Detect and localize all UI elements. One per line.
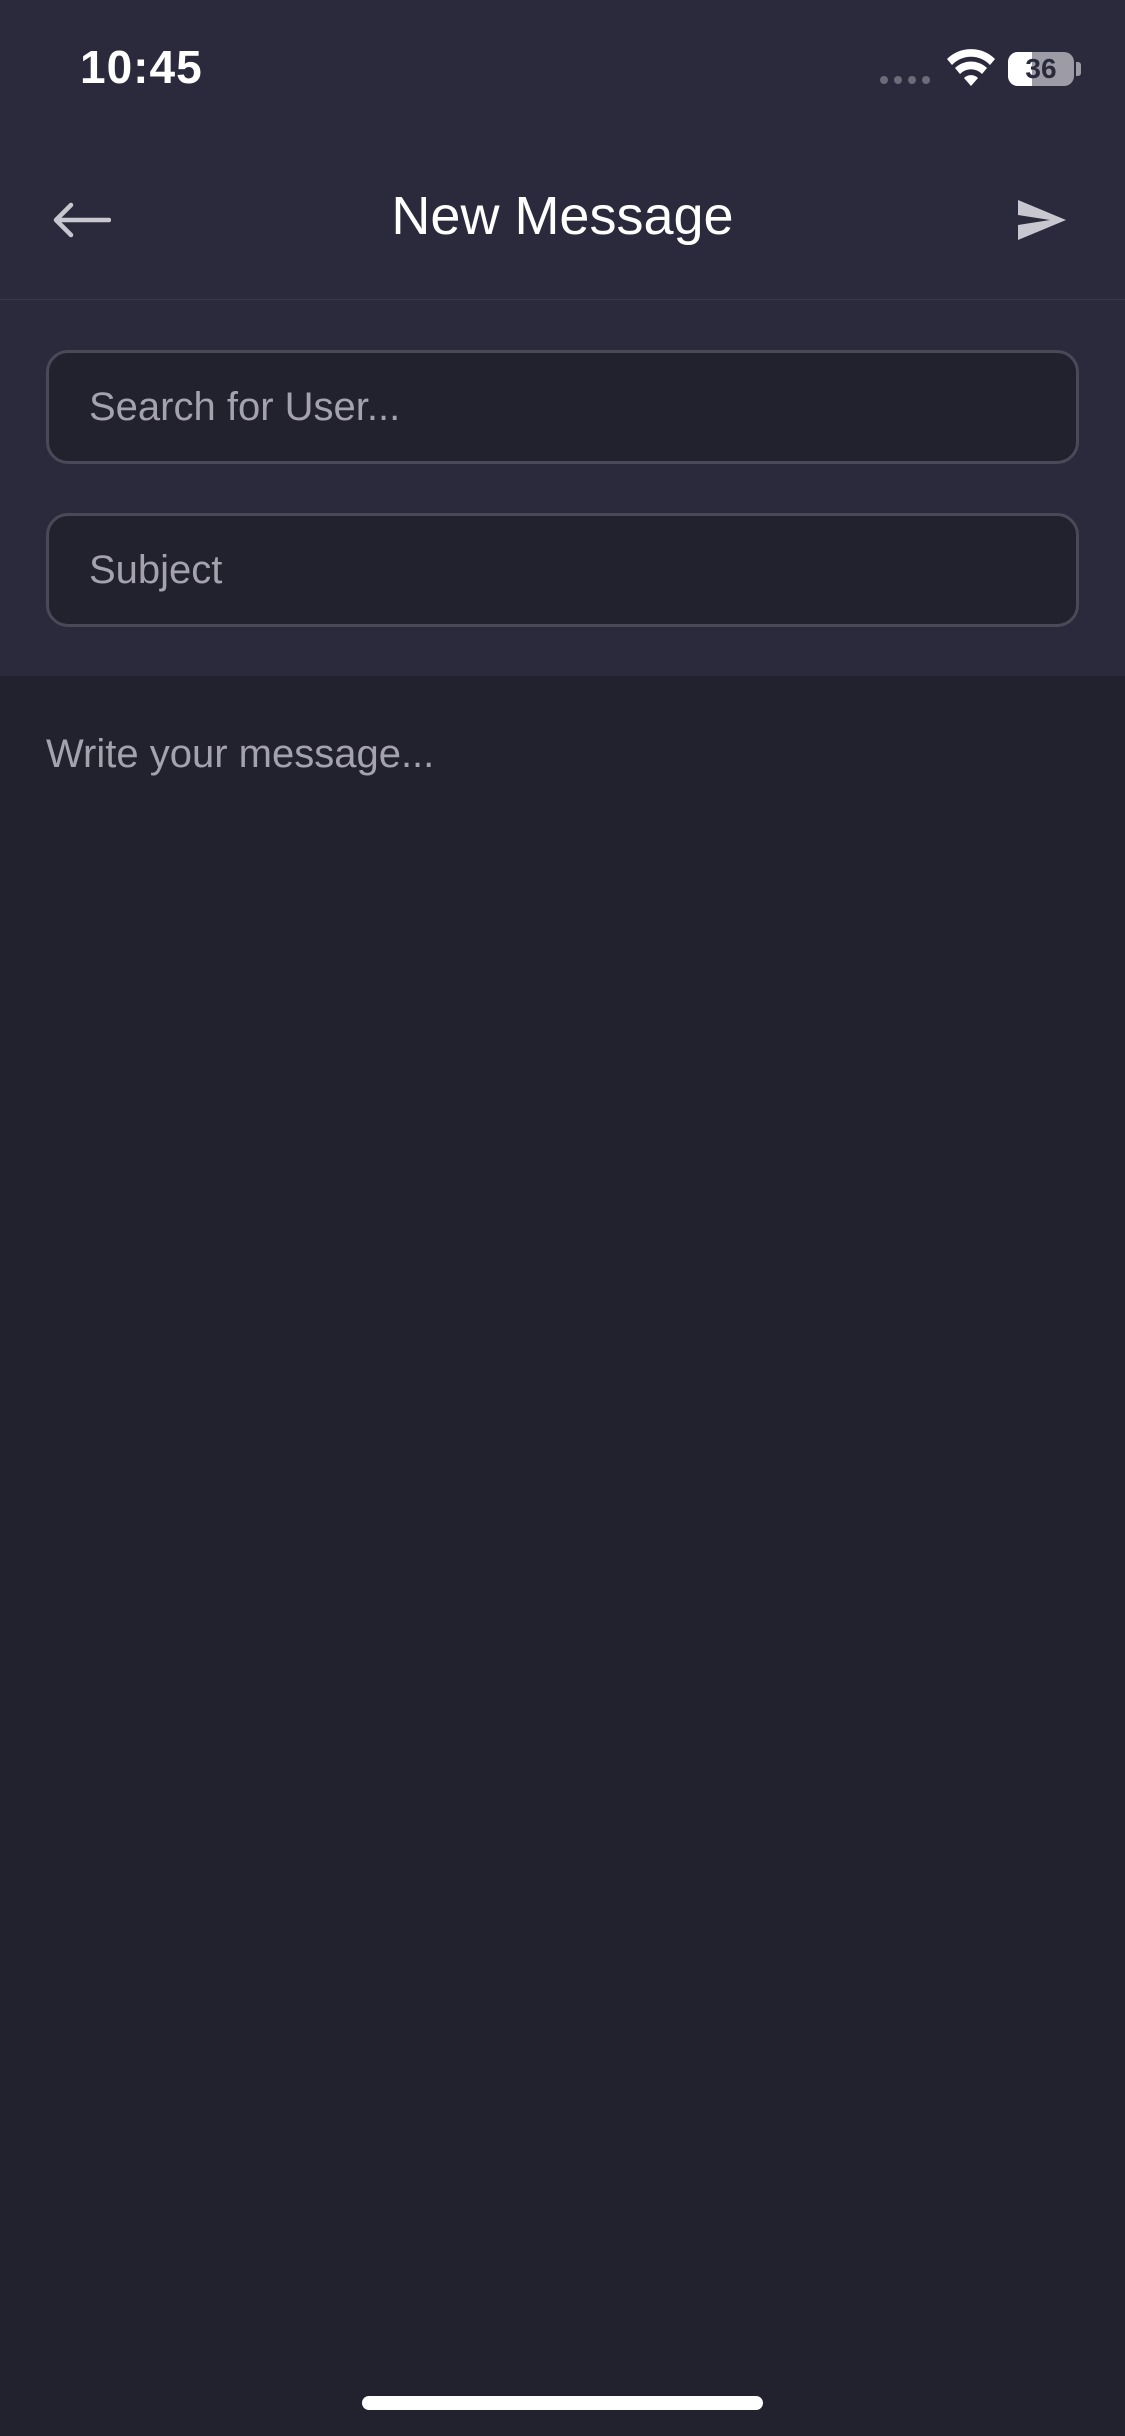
cellular-signal-icon xyxy=(880,76,930,84)
battery-icon: 36 xyxy=(1008,52,1074,86)
send-icon xyxy=(1018,200,1066,240)
wifi-icon xyxy=(947,49,995,86)
arrow-left-icon xyxy=(53,202,111,238)
nav-bar: New Message xyxy=(0,140,1125,300)
back-button[interactable] xyxy=(42,180,122,260)
send-button[interactable] xyxy=(1000,180,1084,260)
battery-cap xyxy=(1076,62,1081,76)
compose-header-form xyxy=(0,300,1125,676)
subject-input[interactable] xyxy=(46,513,1079,627)
message-body-input[interactable] xyxy=(0,676,1125,2346)
status-bar: 10:45 36 xyxy=(0,0,1125,140)
battery-level: 36 xyxy=(1025,53,1057,84)
page-title: New Message xyxy=(391,186,734,246)
recipient-search-input[interactable] xyxy=(46,350,1079,464)
status-time: 10:45 xyxy=(80,41,203,93)
home-indicator xyxy=(362,2396,763,2410)
new-message-screen: 10:45 36 New Message xyxy=(0,0,1125,2436)
